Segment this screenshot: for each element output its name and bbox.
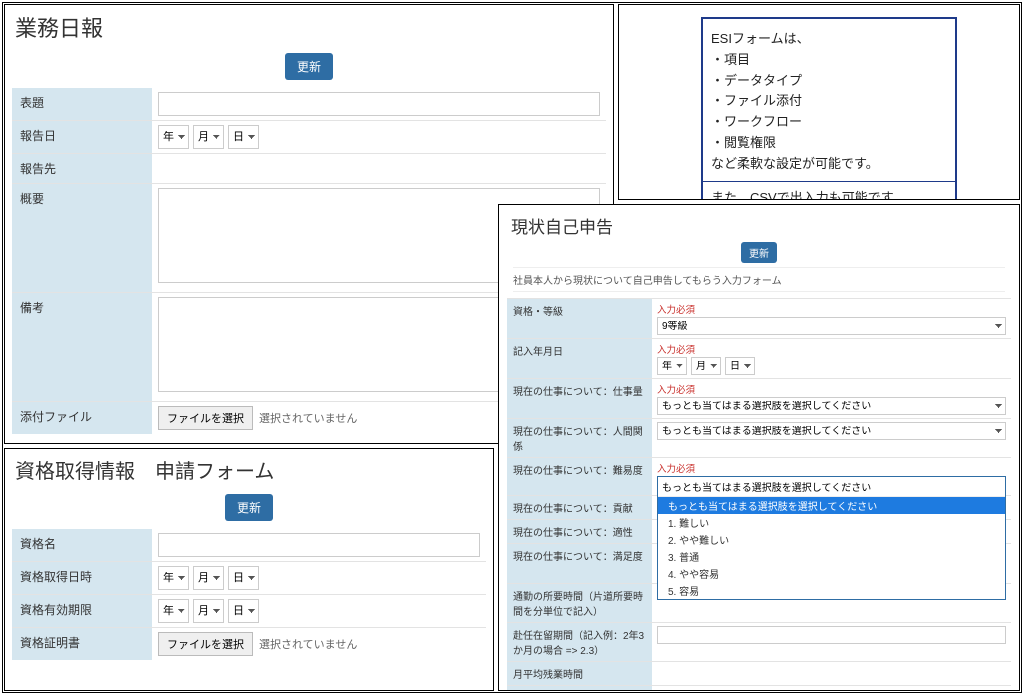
desc-line3: また、CSVで出入力も可能です: [711, 188, 947, 200]
label-difficulty: 現在の仕事について：難易度: [507, 458, 652, 496]
label-remarks: 備考: [12, 293, 152, 402]
description-box: ESIフォームは、 ・項目 ・データタイプ ・ファイル添付 ・ワークフロー ・閲…: [701, 17, 957, 200]
panel2-form: 資格名 資格取得日時 年 月 日 資格有効期限 年 月 日: [12, 529, 486, 660]
month-select[interactable]: 月: [193, 566, 224, 590]
day-select[interactable]: 日: [725, 357, 755, 375]
panel4-desc: 社員本人から現状について自己申告してもらう入力フォーム: [513, 267, 1005, 292]
label-attachment: 添付ファイル: [12, 402, 152, 435]
label-overtime: 月平均残業時間: [507, 662, 652, 686]
required-label: 入力必須: [657, 342, 1006, 356]
file-choose-button[interactable]: ファイルを選択: [158, 632, 253, 656]
dropdown-option[interactable]: 1. 難しい: [658, 514, 1005, 531]
grade-select[interactable]: 9等級: [657, 317, 1006, 335]
file-status: 選択されていません: [259, 636, 357, 652]
required-label: 入力必須: [657, 461, 1006, 475]
year-select[interactable]: 年: [158, 599, 189, 623]
panel4-form: 資格・等級 入力必須 9等級 記入年月日 入力必須 年 月 日 現在の仕事につい…: [507, 298, 1011, 691]
label-satisfaction: 現在の仕事について：満足度: [507, 544, 652, 584]
label-expiry: 資格有効期限: [12, 595, 152, 628]
label-date-obtained: 資格取得日時: [12, 562, 152, 595]
required-label: 入力必須: [657, 382, 1006, 396]
label-relations: 現在の仕事について：人間関係: [507, 419, 652, 458]
panel1-title: 業務日報: [5, 5, 613, 47]
dropdown-option[interactable]: 4. やや容易: [658, 565, 1005, 582]
desc-line1: ESIフォームは、: [711, 29, 947, 50]
dropdown-option[interactable]: 5. 容易: [658, 582, 1005, 599]
day-select[interactable]: 日: [228, 125, 259, 149]
title-input[interactable]: [158, 92, 600, 116]
file-choose-button[interactable]: ファイルを選択: [158, 406, 253, 430]
qualification-panel: 資格取得情報 申請フォーム 更新 資格名 資格取得日時 年 月 日 資格有効期限…: [4, 448, 494, 691]
label-summary: 概要: [12, 184, 152, 293]
panel2-title: 資格取得情報 申請フォーム: [5, 449, 493, 488]
label-aptitude: 現在の仕事について：適性: [507, 520, 652, 544]
dropdown-option[interactable]: 2. やや難しい: [658, 531, 1005, 548]
label-qual-name: 資格名: [12, 529, 152, 562]
desc-item: ・データタイプ: [711, 71, 947, 92]
required-label: 入力必須: [657, 302, 1006, 316]
update-button[interactable]: 更新: [225, 494, 273, 521]
label-report-to: 報告先: [12, 154, 152, 184]
dropdown-option[interactable]: もっとも当てはまる選択肢を選択してください: [658, 497, 1005, 514]
dropdown-header: もっとも当てはまる選択肢を選択してください: [658, 477, 1005, 497]
label-work-volume: 現在の仕事について：仕事量: [507, 379, 652, 419]
desc-item: ・ワークフロー: [711, 112, 947, 133]
label-title: 表題: [12, 88, 152, 121]
day-select[interactable]: 日: [228, 599, 259, 623]
panel4-title: 現状自己申告: [499, 205, 1019, 240]
residency-input[interactable]: [657, 626, 1006, 644]
desc-line2: など柔軟な設定が可能です。: [711, 154, 947, 175]
month-select[interactable]: 月: [691, 357, 721, 375]
label-grade: 資格・等級: [507, 299, 652, 339]
year-select[interactable]: 年: [657, 357, 687, 375]
label-join-date: 記入年月日: [507, 339, 652, 379]
desc-item: ・ファイル添付: [711, 91, 947, 112]
description-panel: ESIフォームは、 ・項目 ・データタイプ ・ファイル添付 ・ワークフロー ・閲…: [618, 4, 1020, 200]
label-report-date: 報告日: [12, 121, 152, 154]
label-certificate: 資格証明書: [12, 628, 152, 661]
required-label: 入力必須: [657, 689, 1006, 691]
month-select[interactable]: 月: [193, 599, 224, 623]
label-residency: 赴任在留期間（記入例：2年3か月の場合 => 2.3）: [507, 623, 652, 662]
self-report-panel: 現状自己申告 更新 社員本人から現状について自己申告してもらう入力フォーム 資格…: [498, 204, 1020, 691]
update-button[interactable]: 更新: [741, 242, 777, 263]
label-commute: 通勤の所要時間（片道所要時間を分単位で記入）: [507, 584, 652, 623]
difficulty-dropdown-open[interactable]: もっとも当てはまる選択肢を選択してください もっとも当てはまる選択肢を選択してく…: [657, 476, 1006, 600]
desc-item: ・閲覧権限: [711, 133, 947, 154]
label-wish: 現在の仕事および職場についての希望を自由に記述してください。: [507, 686, 652, 692]
update-button[interactable]: 更新: [285, 53, 333, 80]
label-contribution: 現在の仕事について：貢献: [507, 496, 652, 520]
year-select[interactable]: 年: [158, 125, 189, 149]
desc-item: ・項目: [711, 50, 947, 71]
month-select[interactable]: 月: [193, 125, 224, 149]
dropdown-option[interactable]: 3. 普通: [658, 548, 1005, 565]
qual-name-input[interactable]: [158, 533, 480, 557]
work-volume-select[interactable]: もっとも当てはまる選択肢を選択してください: [657, 397, 1006, 415]
day-select[interactable]: 日: [228, 566, 259, 590]
year-select[interactable]: 年: [158, 566, 189, 590]
file-status: 選択されていません: [259, 410, 357, 426]
relations-select[interactable]: もっとも当てはまる選択肢を選択してください: [657, 422, 1006, 440]
